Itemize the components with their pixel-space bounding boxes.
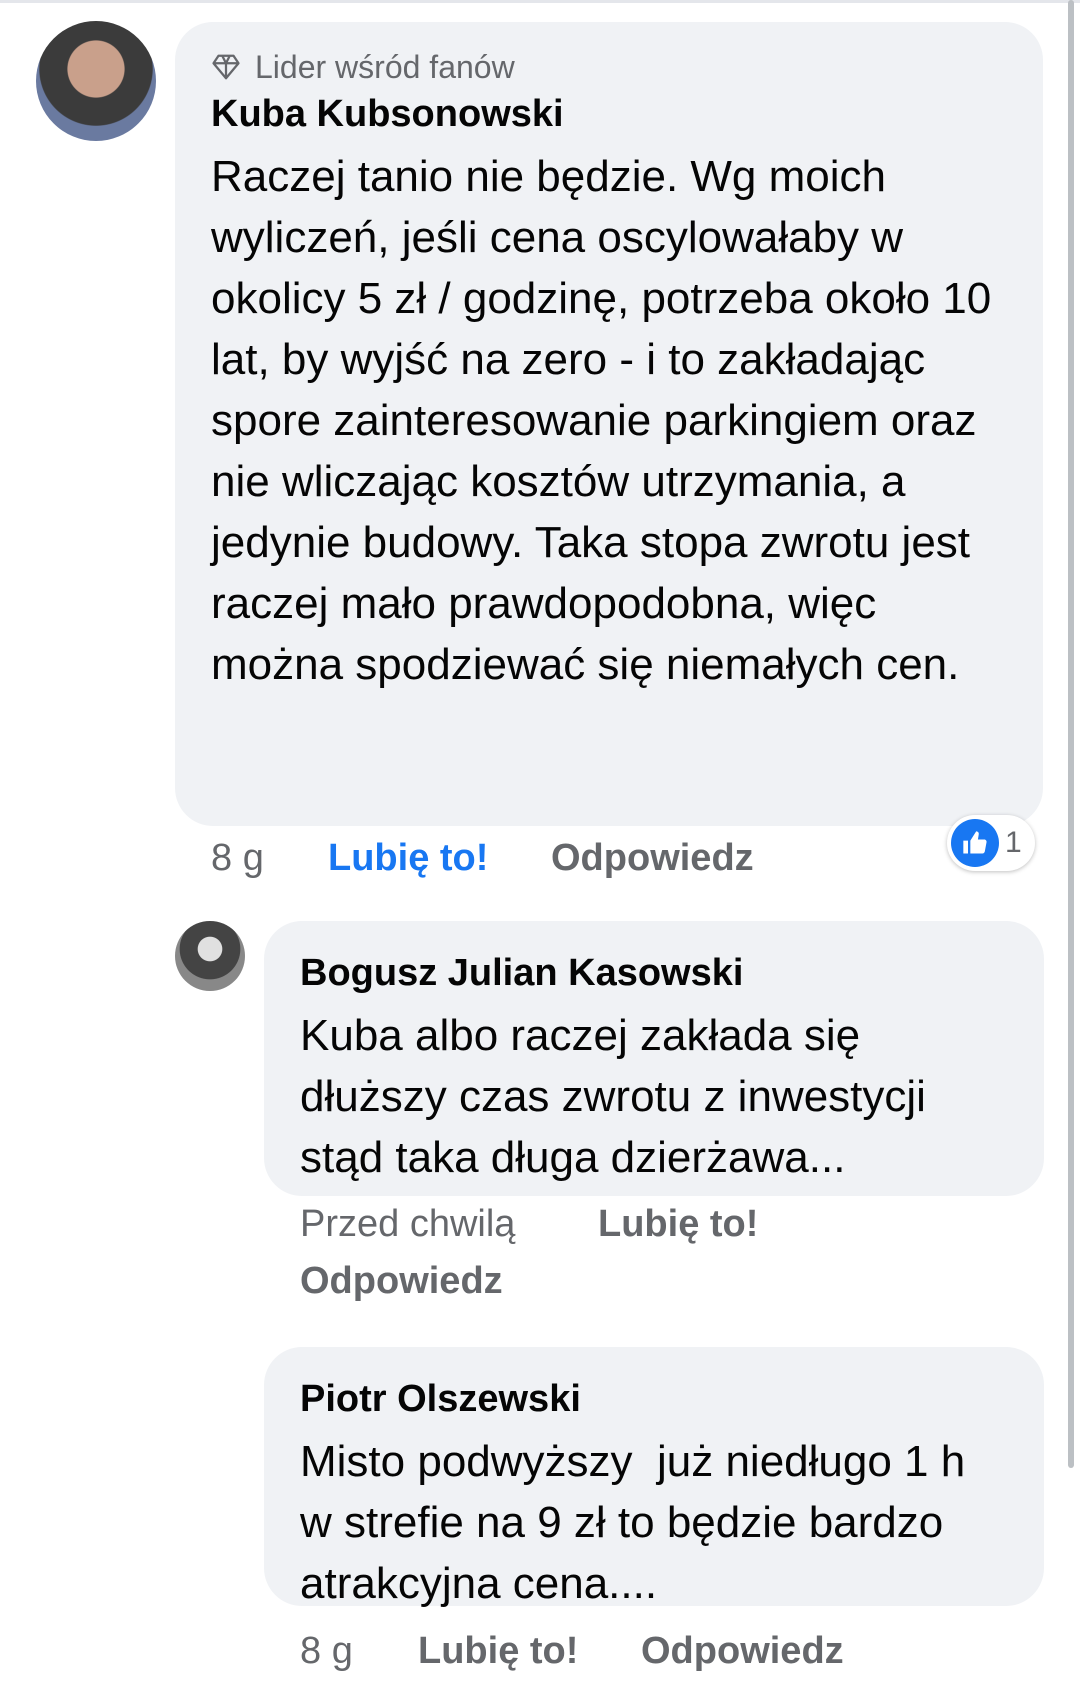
avatar[interactable] xyxy=(175,921,245,991)
reply-button[interactable]: Odpowiedz xyxy=(551,837,754,880)
like-button[interactable]: Lubię to! xyxy=(598,1203,758,1246)
comment-text: Misto podwyższy już niedługo 1 h w stref… xyxy=(300,1437,990,1608)
like-button[interactable]: Lubię to! xyxy=(418,1630,578,1673)
comment-author[interactable]: Kuba Kubsonowski xyxy=(211,88,1007,140)
top-divider xyxy=(0,0,1080,3)
comment-time[interactable]: 8 g xyxy=(300,1630,353,1673)
reaction-summary[interactable]: 1 xyxy=(947,815,1035,871)
comment-time[interactable]: 8 g xyxy=(211,837,264,880)
thumbs-up-icon xyxy=(951,819,999,867)
comment-text: Kuba albo raczej zakłada się dłuższy cza… xyxy=(300,1011,939,1182)
diamond-icon xyxy=(212,54,240,80)
avatar[interactable] xyxy=(36,21,156,141)
fan-badge: Lider wśród fanów xyxy=(211,46,1007,88)
comment-text: Raczej tanio nie będzie. Wg moich wylicz… xyxy=(211,152,1004,689)
reply-button[interactable]: Odpowiedz xyxy=(300,1260,503,1303)
badge-label: Lider wśród fanów xyxy=(255,48,515,85)
reply-button[interactable]: Odpowiedz xyxy=(641,1630,844,1673)
reaction-count: 1 xyxy=(1005,826,1022,859)
comment-author[interactable]: Piotr Olszewski xyxy=(300,1373,1008,1425)
like-button[interactable]: Lubię to! xyxy=(328,837,488,880)
reply-bubble: Bogusz Julian Kasowski Kuba albo raczej … xyxy=(264,921,1044,1196)
comment-bubble: Lider wśród fanów Kuba Kubsonowski Racze… xyxy=(175,22,1043,826)
reply-bubble: Piotr Olszewski Misto podwyższy już nied… xyxy=(264,1347,1044,1608)
comment-time[interactable]: Przed chwilą xyxy=(300,1203,515,1246)
comment-author[interactable]: Bogusz Julian Kasowski xyxy=(300,947,1008,999)
scrollbar[interactable] xyxy=(1068,0,1074,1468)
